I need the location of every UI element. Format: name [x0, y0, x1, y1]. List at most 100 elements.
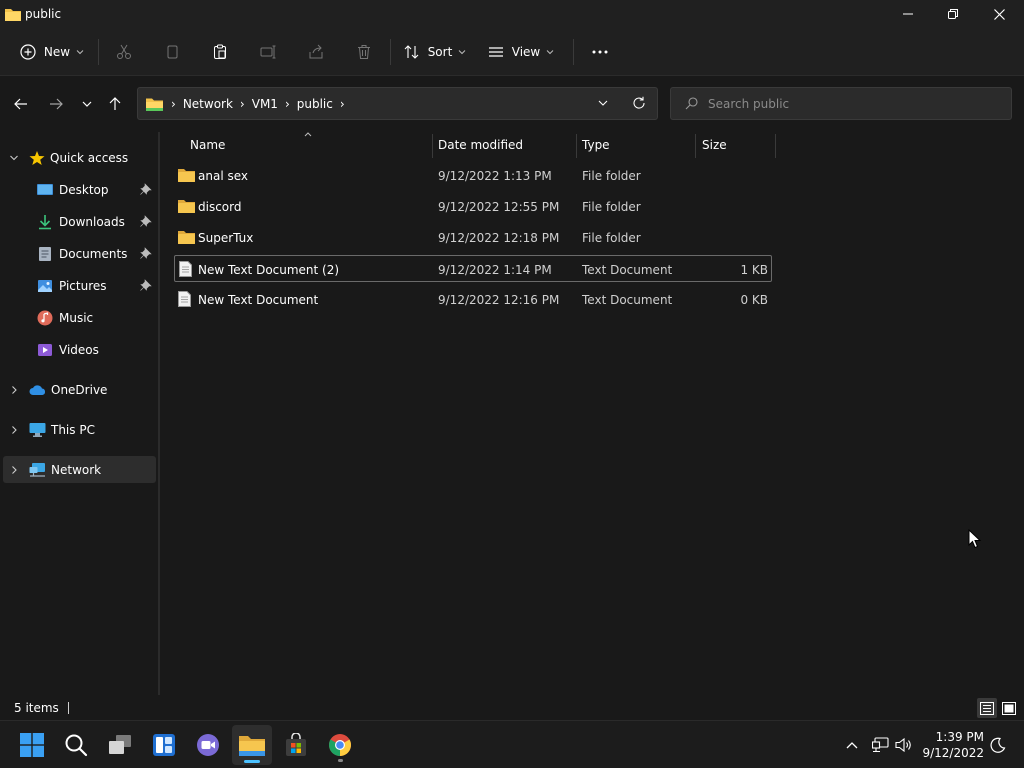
widgets-icon: [153, 734, 175, 756]
details-view-button[interactable]: [977, 698, 997, 718]
chat-icon: [197, 734, 219, 756]
chevron-down-icon: [76, 49, 84, 54]
active-app-indicator: [244, 760, 260, 763]
breadcrumb-public[interactable]: public: [297, 97, 333, 111]
share-button[interactable]: [300, 36, 332, 68]
chrome-button[interactable]: [320, 725, 360, 765]
column-separator[interactable]: [775, 134, 776, 158]
network-status-button[interactable]: [870, 721, 890, 768]
start-button[interactable]: [12, 725, 52, 765]
view-label: View: [511, 44, 541, 59]
sidebar-item-label: Quick access: [50, 150, 129, 165]
table-row[interactable]: anal sex 9/12/2022 1:13 PM File folder: [174, 162, 772, 189]
view-list-icon: [488, 46, 503, 57]
show-hidden-icons-button[interactable]: [842, 721, 862, 768]
sidebar-item-desktop[interactable]: Desktop: [3, 176, 156, 203]
address-bar[interactable]: › Network › VM1 › public ›: [137, 87, 658, 120]
chevron-down-icon: [10, 155, 18, 160]
breadcrumb-network[interactable]: Network: [183, 97, 233, 111]
network-status-icon: [871, 737, 889, 753]
restore-icon: [948, 9, 958, 19]
paste-button[interactable]: [204, 36, 236, 68]
sidebar-item-this-pc[interactable]: This PC: [3, 416, 156, 443]
back-button[interactable]: [8, 92, 34, 116]
volume-button[interactable]: [894, 721, 914, 768]
copy-button[interactable]: [156, 36, 188, 68]
tiles-view-button[interactable]: [999, 698, 1019, 718]
refresh-button[interactable]: [632, 96, 646, 113]
chevron-up-icon: [846, 742, 858, 749]
folder-icon: [5, 9, 21, 21]
table-row[interactable]: New Text Document (2) 9/12/2022 1:14 PM …: [174, 255, 772, 282]
sidebar-item-documents[interactable]: Documents: [3, 240, 156, 267]
column-header-size[interactable]: Size: [702, 132, 774, 158]
taskbar: 1:39 PM 9/12/2022: [0, 720, 1024, 768]
chrome-icon: [329, 734, 351, 756]
task-view-button[interactable]: [100, 725, 140, 765]
file-date: 9/12/2022 12:18 PM: [438, 230, 560, 245]
close-button[interactable]: [976, 0, 1022, 28]
search-icon: [65, 734, 88, 757]
column-separator[interactable]: [695, 134, 696, 158]
toolbar-separator: [98, 38, 99, 65]
file-explorer-icon: [239, 736, 265, 756]
file-type: Text Document: [582, 262, 673, 277]
pin-icon: [140, 247, 152, 259]
recent-locations-button[interactable]: [74, 92, 100, 116]
teams-chat-button[interactable]: [188, 725, 228, 765]
clock[interactable]: 1:39 PM 9/12/2022: [920, 729, 984, 761]
table-row[interactable]: New Text Document 9/12/2022 12:16 PM Tex…: [174, 286, 772, 313]
sidebar-item-pictures[interactable]: Pictures: [3, 272, 156, 299]
widgets-button[interactable]: [144, 725, 184, 765]
sidebar-item-music[interactable]: Music: [3, 304, 156, 331]
column-header-label: Date modified: [438, 138, 524, 152]
sort-button[interactable]: Sort: [399, 36, 471, 68]
delete-button[interactable]: [348, 36, 380, 68]
column-header-name[interactable]: Name: [190, 132, 430, 158]
new-button[interactable]: New: [14, 36, 90, 68]
documents-icon: [39, 246, 51, 261]
taskbar-search-button[interactable]: [56, 725, 96, 765]
sidebar-item-videos[interactable]: Videos: [3, 336, 156, 363]
file-date: 9/12/2022 1:14 PM: [438, 262, 552, 277]
up-button[interactable]: [102, 92, 128, 116]
clock-date: 9/12/2022: [922, 746, 984, 760]
pin-icon: [140, 279, 152, 291]
forward-button[interactable]: [43, 92, 69, 116]
column-separator[interactable]: [576, 134, 577, 158]
table-row[interactable]: discord 9/12/2022 12:55 PM File folder: [174, 193, 772, 220]
sidebar-item-downloads[interactable]: Downloads: [3, 208, 156, 235]
column-header-type[interactable]: Type: [582, 132, 694, 158]
sidebar-item-onedrive[interactable]: OneDrive: [3, 376, 156, 403]
column-separator[interactable]: [432, 134, 433, 158]
breadcrumb-vm1[interactable]: VM1: [252, 97, 278, 111]
focus-assist-button[interactable]: [988, 721, 1008, 768]
search-input[interactable]: [708, 96, 998, 111]
table-row[interactable]: SuperTux 9/12/2022 12:18 PM File folder: [174, 224, 772, 251]
column-header-date[interactable]: Date modified: [438, 132, 576, 158]
share-icon: [309, 44, 323, 58]
chevron-down-icon: [82, 101, 92, 107]
sidebar-item-label: OneDrive: [51, 382, 108, 397]
restore-button[interactable]: [930, 0, 976, 28]
more-options-button[interactable]: [584, 36, 616, 68]
sidebar-item-quick-access[interactable]: Quick access: [3, 144, 156, 171]
file-explorer-taskbar-button[interactable]: [232, 725, 272, 765]
file-name: SuperTux: [198, 230, 254, 245]
folder-icon: [178, 169, 195, 182]
microsoft-store-button[interactable]: [276, 725, 316, 765]
cut-button[interactable]: [108, 36, 140, 68]
file-name: New Text Document (2): [198, 262, 340, 277]
address-history-button[interactable]: [598, 96, 608, 113]
file-type: File folder: [582, 168, 641, 183]
plus-circle-icon: [20, 43, 36, 60]
folder-icon: [178, 231, 195, 244]
minimize-button[interactable]: [885, 0, 931, 28]
search-icon: [685, 97, 698, 110]
sidebar-item-network[interactable]: Network: [3, 456, 156, 483]
minimize-icon: [903, 13, 913, 15]
close-icon: [993, 8, 1005, 20]
rename-button[interactable]: [252, 36, 284, 68]
view-button[interactable]: View: [483, 36, 559, 68]
search-box[interactable]: [670, 87, 1012, 120]
